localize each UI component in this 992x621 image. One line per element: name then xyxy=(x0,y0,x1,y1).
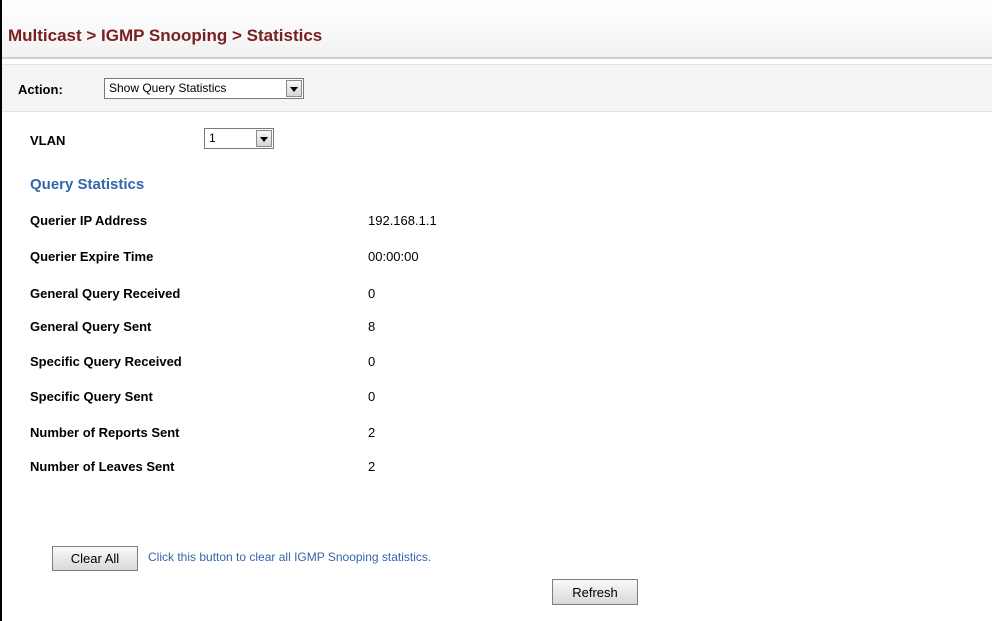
chevron-down-icon[interactable] xyxy=(286,80,302,97)
clear-all-button[interactable]: Clear All xyxy=(52,546,138,571)
stat-label-specific-query-sent: Specific Query Sent xyxy=(30,389,153,404)
vlan-select[interactable]: 1 xyxy=(204,128,274,149)
stat-label-general-query-received: General Query Received xyxy=(30,286,181,301)
action-select[interactable]: Show Query Statistics xyxy=(104,78,304,99)
vlan-label: VLAN xyxy=(30,133,66,148)
action-select-value: Show Query Statistics xyxy=(109,81,227,95)
stat-value-general-query-received: 0 xyxy=(368,286,376,301)
stat-value-general-query-sent: 8 xyxy=(368,319,376,334)
stat-value-querier-expire: 00:00:00 xyxy=(368,249,419,264)
stat-label-reports-sent: Number of Reports Sent xyxy=(30,425,180,440)
stat-value-specific-query-sent: 0 xyxy=(368,389,376,404)
stat-label-leaves-sent: Number of Leaves Sent xyxy=(30,459,175,474)
action-label: Action: xyxy=(18,82,63,97)
stat-label-querier-ip: Querier IP Address xyxy=(30,213,148,228)
refresh-button[interactable]: Refresh xyxy=(552,579,638,605)
stat-value-specific-query-received: 0 xyxy=(368,354,376,369)
stat-value-querier-ip: 192.168.1.1 xyxy=(368,213,437,228)
stat-label-general-query-sent: General Query Sent xyxy=(30,319,152,334)
stat-label-specific-query-received: Specific Query Received xyxy=(30,354,182,369)
query-statistics-heading: Query Statistics xyxy=(30,176,145,193)
stat-value-reports-sent: 2 xyxy=(368,425,376,440)
chevron-down-icon[interactable] xyxy=(256,130,272,147)
title-divider xyxy=(2,57,992,59)
vlan-select-value: 1 xyxy=(209,131,216,145)
stat-label-querier-expire: Querier Expire Time xyxy=(30,249,154,264)
clear-all-hint: Click this button to clear all IGMP Snoo… xyxy=(148,550,432,564)
page-title: Multicast > IGMP Snooping > Statistics xyxy=(8,26,323,45)
stat-value-leaves-sent: 2 xyxy=(368,459,376,474)
